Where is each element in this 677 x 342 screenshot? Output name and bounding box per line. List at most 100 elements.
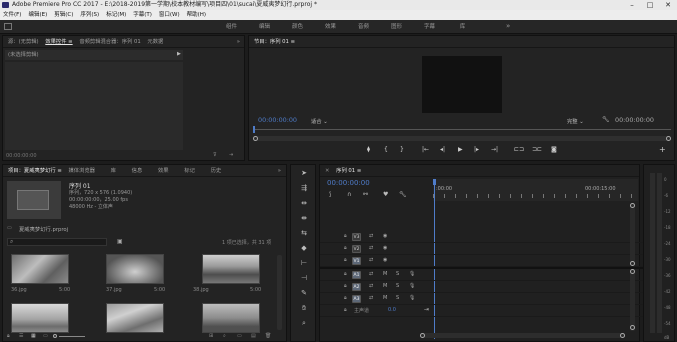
effect-controls-timecode[interactable]: 00:00:00:00	[6, 153, 37, 159]
lock-icon[interactable]: 🔒︎	[344, 283, 347, 289]
lock-icon[interactable]: 🔒︎	[344, 307, 347, 313]
list-view-icon[interactable]: ☰	[19, 333, 23, 339]
audio-tracks-scrollbar[interactable]	[630, 271, 635, 331]
go-to-end-icon[interactable]: ⇥	[424, 306, 429, 313]
tab-program[interactable]: 节目：序列 01 ≡	[254, 39, 295, 45]
playback-resolution-dropdown[interactable]: 完整 ⌄	[567, 117, 584, 125]
tab-markers[interactable]: 标记	[184, 168, 195, 174]
track-target-v3[interactable]: V3	[352, 233, 361, 241]
lock-icon[interactable]: 🔒︎	[344, 257, 347, 263]
workspace-more-button[interactable]: »	[506, 22, 510, 30]
slide-tool-icon[interactable]: ⊣	[298, 274, 310, 285]
scroll-handle-bottom[interactable]	[630, 261, 635, 266]
new-bin-from-search-icon[interactable]: ▣	[117, 238, 123, 245]
mark-out-icon[interactable]: }	[400, 146, 404, 153]
menu-title[interactable]: 字幕(T)	[133, 10, 152, 20]
lift-icon[interactable]: ⊏⊐	[514, 146, 524, 153]
tab-media-browser[interactable]: 媒体浏览器	[68, 168, 95, 174]
hand-tool-icon[interactable]: ✋︎	[298, 304, 310, 315]
automate-to-sequence-icon[interactable]: ⊞	[209, 333, 213, 339]
menu-marker[interactable]: 标记(M)	[106, 10, 126, 20]
lock-icon[interactable]: 🔒︎	[7, 333, 10, 339]
export-frame-icon[interactable]: ◙	[551, 146, 557, 153]
menu-window[interactable]: 窗口(W)	[159, 10, 180, 20]
timeline-horizontal-scrollbar[interactable]	[420, 333, 625, 338]
menu-edit[interactable]: 编辑(E)	[28, 10, 47, 20]
button-editor-icon[interactable]: +	[659, 145, 666, 154]
solo-button[interactable]: S	[396, 283, 399, 289]
solo-button[interactable]: S	[396, 271, 399, 277]
expand-arrow-icon[interactable]: ▶	[177, 51, 181, 57]
tab-effects[interactable]: 效果	[158, 168, 169, 174]
clip-thumbnail[interactable]	[11, 254, 69, 284]
scrollbar-right-handle[interactable]	[666, 136, 671, 141]
microphone-icon[interactable]: 🎙︎	[409, 283, 415, 289]
insert-nest-icon[interactable]: ∩	[347, 191, 351, 198]
sync-lock-icon[interactable]: ⇄	[369, 233, 373, 239]
track-target-a3[interactable]: A3	[352, 295, 361, 303]
time-ruler[interactable]: :00:00 00:00:15:00	[433, 179, 638, 201]
lock-icon[interactable]: 🔒︎	[344, 233, 347, 239]
step-forward-icon[interactable]: |▸	[474, 146, 479, 153]
close-button[interactable]: ✕	[659, 0, 677, 10]
track-target-v1[interactable]: V1	[352, 257, 361, 265]
freeform-view-icon[interactable]: ▭	[43, 333, 48, 339]
hscroll-left-handle[interactable]	[420, 333, 425, 338]
step-back-icon[interactable]: ◂|	[440, 146, 445, 153]
extract-icon[interactable]: ⊐⊏	[532, 146, 542, 153]
zoom-tool-icon[interactable]: ⌕	[298, 319, 310, 330]
rolling-edit-tool-icon[interactable]: ⇼	[298, 214, 310, 225]
workspace-tab-editing[interactable]: 编辑	[248, 20, 281, 34]
workspace-tab-color[interactable]: 颜色	[281, 20, 314, 34]
menu-help[interactable]: 帮助(H)	[187, 10, 206, 20]
track-target-v2[interactable]: V2	[352, 245, 361, 253]
menu-sequence[interactable]: 序列(S)	[80, 10, 99, 20]
icon-view-icon[interactable]: ▦	[31, 333, 36, 339]
snap-icon[interactable]: ⟆	[329, 191, 331, 198]
export-icon[interactable]: ⇥	[229, 152, 233, 158]
filter-icon[interactable]: ⊽	[213, 152, 217, 158]
tab-info[interactable]: 信息	[132, 168, 143, 174]
microphone-icon[interactable]: 🎙︎	[409, 295, 415, 301]
zoom-fit-dropdown[interactable]: 适合 ⌄	[311, 117, 328, 125]
tab-sequence-01[interactable]: 序列 01 ≡	[336, 168, 361, 174]
tab-project[interactable]: 项目：夏威夷梦幻行 ≡	[8, 168, 62, 174]
go-to-out-icon[interactable]: →|	[491, 146, 498, 153]
scroll-handle-top[interactable]	[630, 203, 635, 208]
project-scrollbar[interactable]	[277, 255, 282, 330]
sync-lock-icon[interactable]: ⇄	[369, 257, 373, 263]
program-playhead-timecode[interactable]: 00:00:00:00	[258, 116, 297, 124]
mute-button[interactable]: M	[383, 283, 387, 289]
workspace-tab-audio[interactable]: 音频	[347, 20, 380, 34]
program-playhead[interactable]	[253, 126, 255, 133]
tab-history[interactable]: 历史	[211, 168, 222, 174]
scroll-handle-bottom[interactable]	[630, 325, 635, 330]
solo-button[interactable]: S	[396, 295, 399, 301]
maximize-button[interactable]: □	[641, 0, 659, 10]
mute-button[interactable]: M	[383, 295, 387, 301]
mute-button[interactable]: M	[383, 271, 387, 277]
tab-audio-clip-mixer[interactable]: 音频剪辑混合器：序列 01	[79, 39, 140, 45]
razor-tool-icon[interactable]: ◆	[298, 244, 310, 255]
program-zoom-scrollbar[interactable]	[253, 136, 671, 141]
close-icon[interactable]: ✕	[325, 168, 329, 174]
eye-icon[interactable]: ◉	[383, 245, 387, 251]
project-panel-more-button[interactable]: »	[278, 165, 281, 177]
clip-thumbnail[interactable]	[202, 254, 260, 284]
lock-icon[interactable]: 🔒︎	[344, 295, 347, 301]
lock-icon[interactable]: 🔒︎	[344, 271, 347, 277]
menu-clip[interactable]: 剪辑(C)	[54, 10, 73, 20]
clip-thumbnail[interactable]	[106, 254, 164, 284]
clip-thumbnail[interactable]	[11, 303, 69, 333]
slip-tool-icon[interactable]: ⊢	[298, 259, 310, 270]
scroll-handle-top[interactable]	[630, 269, 635, 274]
project-search-input[interactable]: ⌕	[7, 238, 107, 246]
find-icon[interactable]: ⌕	[223, 333, 226, 339]
tab-effect-controls[interactable]: 效果控件 ≡	[45, 39, 72, 45]
go-to-in-icon[interactable]: |←	[422, 146, 429, 153]
hscroll-right-handle[interactable]	[620, 333, 625, 338]
menu-file[interactable]: 文件(F)	[3, 10, 21, 20]
video-tracks-scrollbar[interactable]	[630, 205, 635, 265]
new-item-icon[interactable]: ▤	[251, 333, 256, 339]
zoom-slider-min-icon[interactable]	[53, 334, 57, 338]
